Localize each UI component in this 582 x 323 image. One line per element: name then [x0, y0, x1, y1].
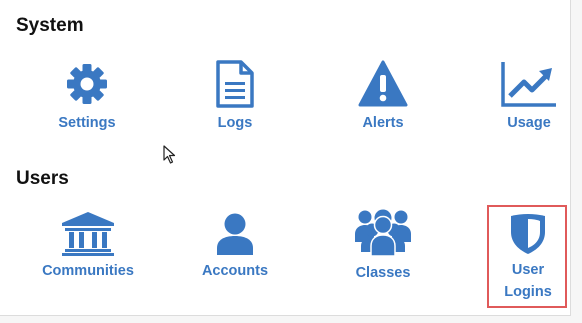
warning-icon	[358, 60, 408, 107]
classes-label: Classes	[355, 265, 411, 281]
user-logins-label: User Logins	[504, 262, 552, 300]
trend-chart-icon	[501, 62, 556, 107]
classes-tile[interactable]: Classes	[343, 208, 423, 284]
gear-icon	[67, 64, 107, 104]
alerts-label: Alerts	[362, 115, 404, 131]
shield-icon	[511, 214, 545, 254]
accounts-tile[interactable]: Accounts	[195, 212, 275, 282]
settings-label: Settings	[58, 115, 116, 131]
settings-tile[interactable]: Settings	[47, 62, 127, 134]
institution-icon	[62, 212, 114, 256]
accounts-label: Accounts	[201, 263, 269, 279]
document-icon	[216, 60, 254, 108]
logs-label: Logs	[217, 115, 253, 131]
admin-panel: System Settings Logs Alerts Usage Users …	[0, 0, 571, 316]
logs-tile[interactable]: Logs	[195, 60, 275, 134]
system-section-title: System	[16, 15, 84, 36]
users-section-title: Users	[16, 168, 69, 189]
user-logins-tile[interactable]: User Logins	[490, 213, 566, 303]
group-icon	[355, 209, 411, 256]
user-icon	[217, 213, 253, 255]
usage-tile[interactable]: Usage	[489, 60, 569, 134]
usage-label: Usage	[507, 115, 551, 131]
communities-label: Communities	[42, 263, 134, 279]
mouse-cursor-icon	[163, 145, 176, 164]
communities-tile[interactable]: Communities	[40, 210, 136, 282]
alerts-tile[interactable]: Alerts	[343, 60, 423, 134]
